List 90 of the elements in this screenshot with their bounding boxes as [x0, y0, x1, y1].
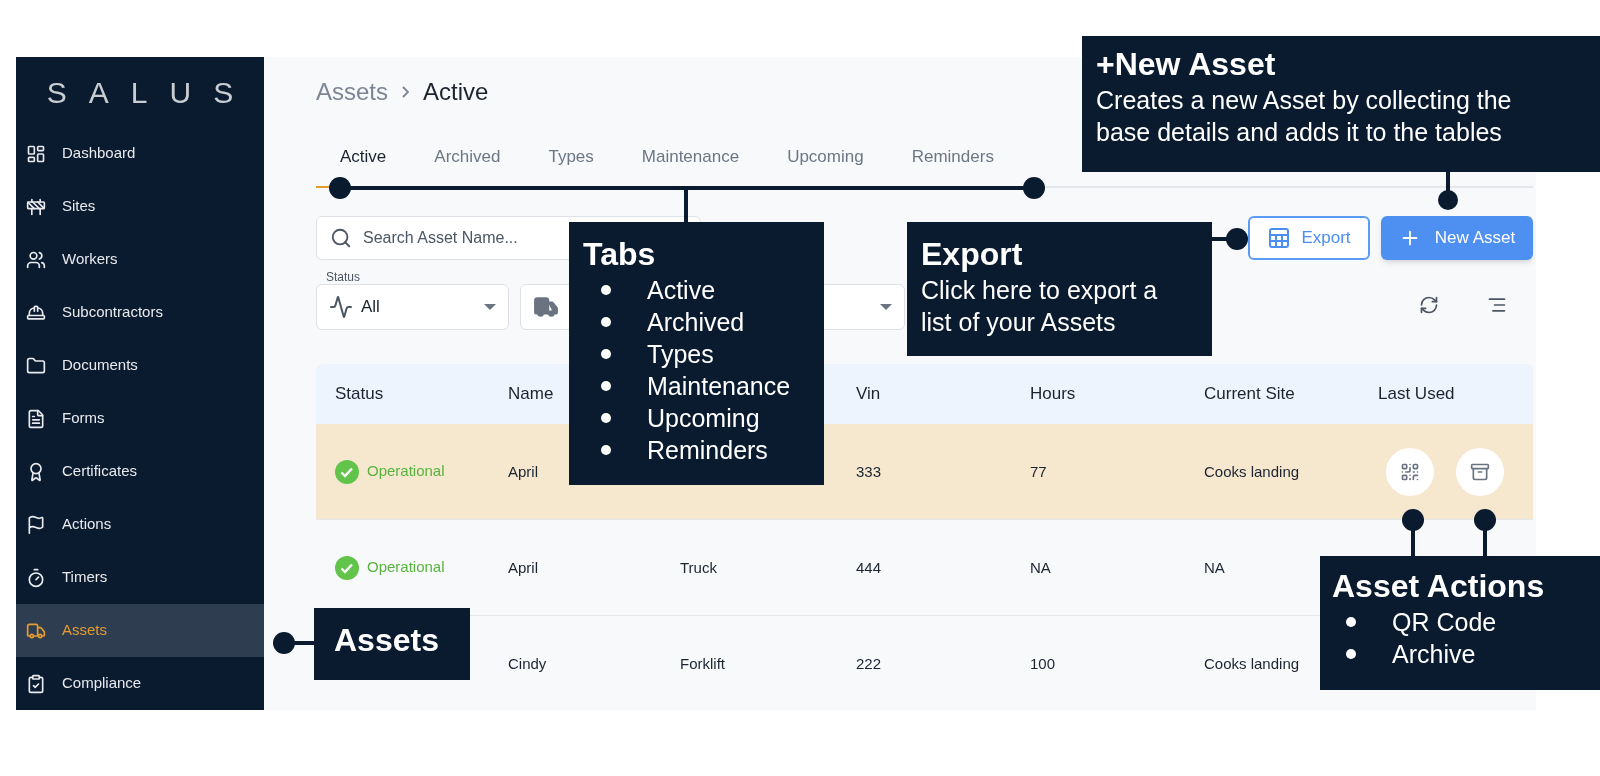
folder-icon: [26, 355, 46, 376]
sidebar-item[interactable]: Sites: [16, 180, 264, 233]
tab[interactable]: Archived: [410, 140, 525, 188]
table-cell: NA: [1030, 558, 1051, 576]
callout-title: Export: [921, 235, 1024, 274]
bullet-icon: [601, 285, 611, 295]
filter-dropdown[interactable]: All: [316, 284, 509, 330]
callout-list-item: Types: [647, 339, 714, 370]
table-cell: April: [508, 462, 538, 480]
callout-list-item: Upcoming: [647, 403, 760, 434]
callout-text: Click here to export a: [921, 275, 1159, 306]
status-text: Operational: [367, 557, 445, 578]
table-cell: 444: [856, 558, 882, 576]
table-cell: 100: [1030, 654, 1056, 672]
bullet-icon: [601, 317, 611, 327]
clipboard-icon: [26, 673, 46, 694]
column-header: Name: [508, 384, 554, 404]
callout-list-item: Maintenance: [647, 371, 791, 402]
column-header: Vin: [856, 384, 881, 404]
caret-icon: [484, 304, 496, 310]
callout-text: list of your Assets: [921, 307, 1117, 338]
breadcrumb-link[interactable]: Assets: [316, 74, 389, 110]
callout-list-item: Active: [647, 275, 716, 306]
callout-title: +New Asset: [1096, 45, 1277, 84]
qr-code-button[interactable]: [1386, 447, 1434, 496]
callout-text: base details and adds it to the tables: [1096, 117, 1503, 148]
flag-icon: [26, 514, 46, 535]
column-header: Hours: [1030, 384, 1076, 404]
table-cell: Forklift: [680, 654, 725, 672]
callout-list-item: QR Code: [1392, 607, 1497, 638]
filter-label: Status: [326, 270, 361, 284]
table-cell: Cooks landing: [1204, 462, 1300, 480]
table-cell: Truck: [680, 558, 717, 576]
table-cell: Cindy: [508, 654, 547, 672]
breadcrumb-current: Active: [423, 77, 489, 107]
chevron-icon: [402, 86, 410, 98]
column-header: Status: [335, 384, 384, 404]
table-cell: 333: [856, 462, 882, 480]
bullet-icon: [601, 381, 611, 391]
status-text: Operational: [367, 461, 445, 482]
table-cell: 77: [1030, 462, 1047, 480]
sidebar-item[interactable]: Certificates: [16, 445, 264, 498]
logo: SALUS: [45, 74, 256, 111]
filter-value: All: [361, 296, 380, 319]
search-icon: [330, 227, 352, 249]
archive-button[interactable]: [1456, 447, 1504, 496]
refresh-icon[interactable]: [1419, 295, 1439, 315]
tab[interactable]: Reminders: [887, 140, 1018, 188]
bullet-icon: [601, 349, 611, 359]
sidebar-item[interactable]: Subcontractors: [16, 286, 264, 339]
tab[interactable]: Types: [524, 140, 618, 188]
check-icon: [335, 459, 359, 484]
sidebar-item[interactable]: Documents: [16, 339, 264, 392]
callout-list-item: Archive: [1392, 639, 1476, 670]
dashboard-icon: [26, 143, 46, 164]
lines-icon[interactable]: [1487, 295, 1507, 315]
qr-code-icon: [1400, 461, 1420, 482]
archive-icon: [1470, 461, 1490, 482]
spreadsheet-icon: [1267, 226, 1292, 250]
column-header: Last Used: [1378, 384, 1455, 404]
caret-icon: [880, 304, 892, 310]
bullet-icon: [601, 445, 611, 455]
tab[interactable]: Upcoming: [763, 140, 888, 188]
sidebar-item[interactable]: Assets: [16, 604, 264, 657]
sidebar-item[interactable]: Forms: [16, 392, 264, 445]
bullet-icon: [1346, 617, 1356, 627]
callout-text: Creates a new Asset by collecting the: [1096, 85, 1513, 116]
sidebar-item[interactable]: Timers: [16, 551, 264, 604]
sidebar-item[interactable]: Compliance: [16, 657, 264, 710]
bullet-icon: [601, 413, 611, 423]
column-header: Current Site: [1204, 384, 1295, 404]
callout-list-item: Archived: [647, 307, 745, 338]
people-icon: [26, 249, 46, 270]
stopwatch-icon: [26, 567, 46, 588]
check-icon: [335, 555, 359, 580]
truck-icon: [533, 294, 559, 320]
callout-title: Assets: [334, 621, 440, 660]
table-cell: 222: [856, 654, 882, 672]
sidebar-item[interactable]: Actions: [16, 498, 264, 551]
table-cell: NA: [1204, 558, 1225, 576]
table-cell: April: [508, 558, 538, 576]
table-cell: Cooks landing: [1204, 654, 1300, 672]
sidebar-item[interactable]: Dashboard: [16, 127, 264, 180]
callout-title: Asset Actions: [1332, 567, 1546, 606]
form-icon: [26, 408, 46, 429]
tab[interactable]: Maintenance: [617, 140, 764, 188]
sidebar-item[interactable]: Workers: [16, 233, 264, 286]
bullet-icon: [1346, 649, 1356, 659]
callout-list-item: Reminders: [647, 435, 768, 466]
trend-icon: [329, 295, 353, 319]
